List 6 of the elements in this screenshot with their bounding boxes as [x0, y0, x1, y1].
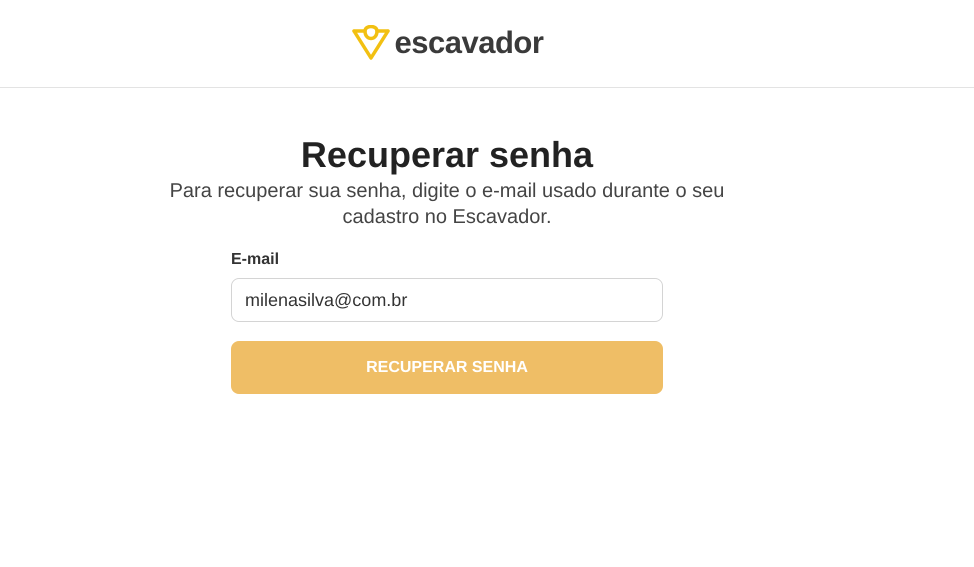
description-text: Para recuperar sua senha, digite o e-mail usado durante o seu cadastro no Escavador.	[168, 179, 726, 230]
logo-text: escavador	[394, 27, 544, 58]
page-title: Recuperar senha	[300, 134, 594, 176]
email-label: E-mail	[231, 250, 280, 270]
logo-icon	[350, 24, 391, 60]
email-field[interactable]: milenasilva@com.br	[231, 278, 663, 322]
